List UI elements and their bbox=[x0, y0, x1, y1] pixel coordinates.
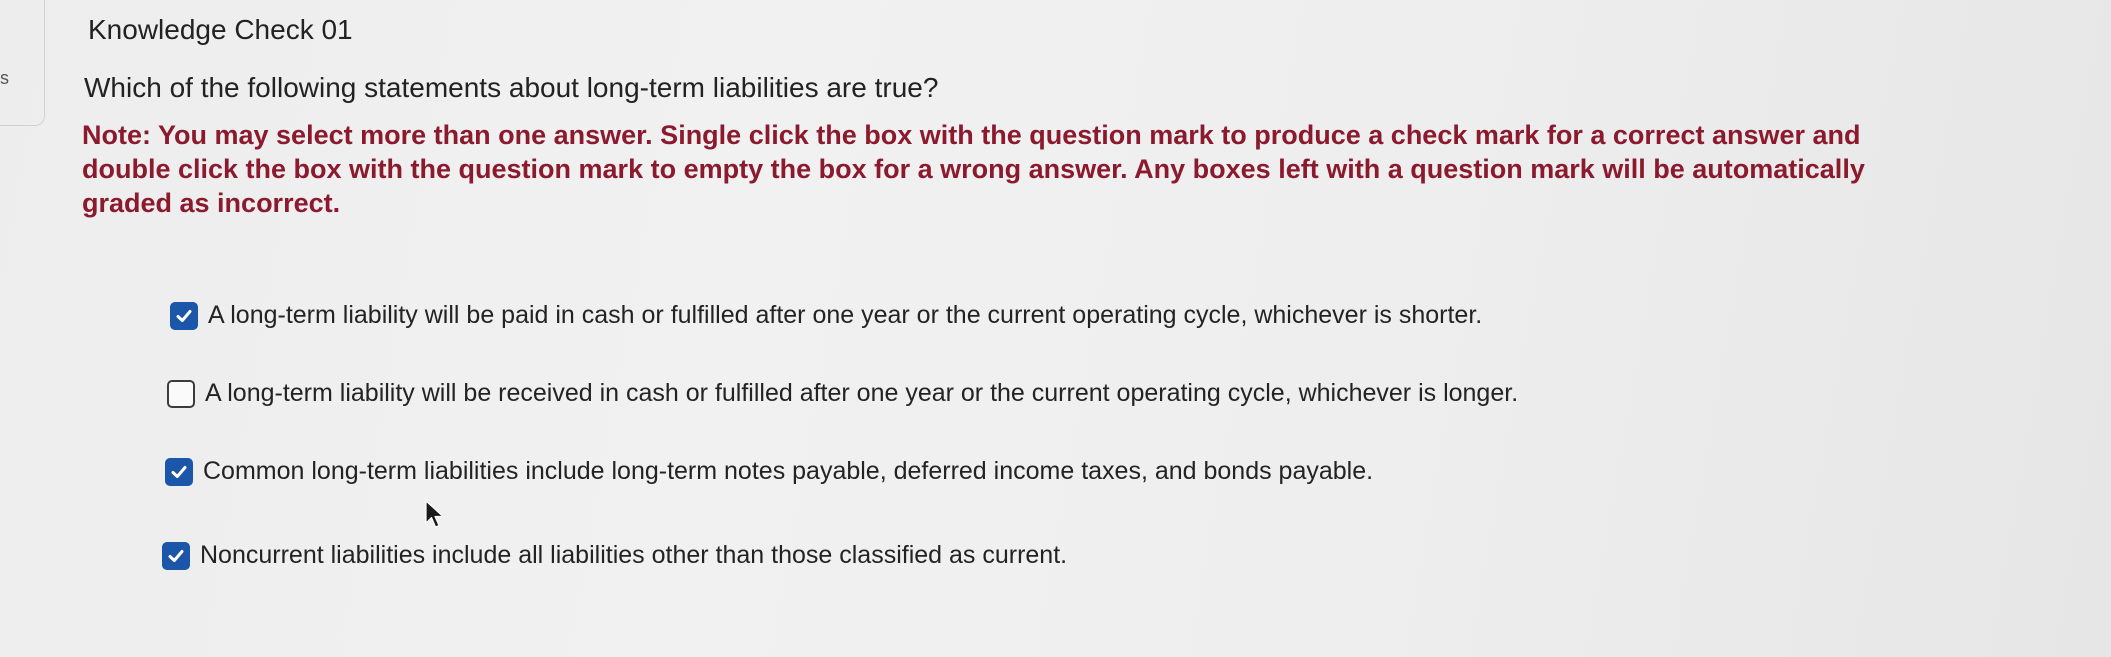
answer-checkbox-2[interactable] bbox=[167, 379, 195, 408]
page-title: Knowledge Check 01 bbox=[88, 14, 353, 45]
answer-option-2[interactable]: A long-term liability will be received i… bbox=[167, 379, 1518, 408]
answer-option-text: A long-term liability will be received i… bbox=[205, 379, 1519, 407]
checkmark-icon bbox=[171, 465, 187, 478]
answer-option-3[interactable]: Common long-term liabilities include lon… bbox=[165, 457, 1373, 486]
answer-option-1[interactable]: A long-term liability will be paid in ca… bbox=[170, 301, 1482, 330]
answer-option-text: Noncurrent liabilities include all liabi… bbox=[200, 541, 1068, 569]
question-prompt: Which of the following statements about … bbox=[84, 72, 939, 103]
mouse-pointer-icon bbox=[425, 500, 444, 528]
answer-option-4[interactable]: Noncurrent liabilities include all liabi… bbox=[162, 541, 1067, 570]
left-rail-glyph: s bbox=[0, 68, 9, 88]
answer-checkbox-4[interactable] bbox=[162, 541, 190, 570]
answer-option-text: A long-term liability will be paid in ca… bbox=[208, 301, 1483, 329]
answer-checkbox-1[interactable] bbox=[170, 301, 198, 330]
answer-checkbox-3[interactable] bbox=[165, 457, 193, 486]
question-note: Note: You may select more than one answe… bbox=[82, 120, 1865, 218]
answer-option-text: Common long-term liabilities include lon… bbox=[203, 457, 1374, 485]
checkmark-icon bbox=[168, 549, 184, 562]
checkmark-icon bbox=[176, 309, 192, 322]
left-rail-panel: s bbox=[0, 0, 45, 126]
